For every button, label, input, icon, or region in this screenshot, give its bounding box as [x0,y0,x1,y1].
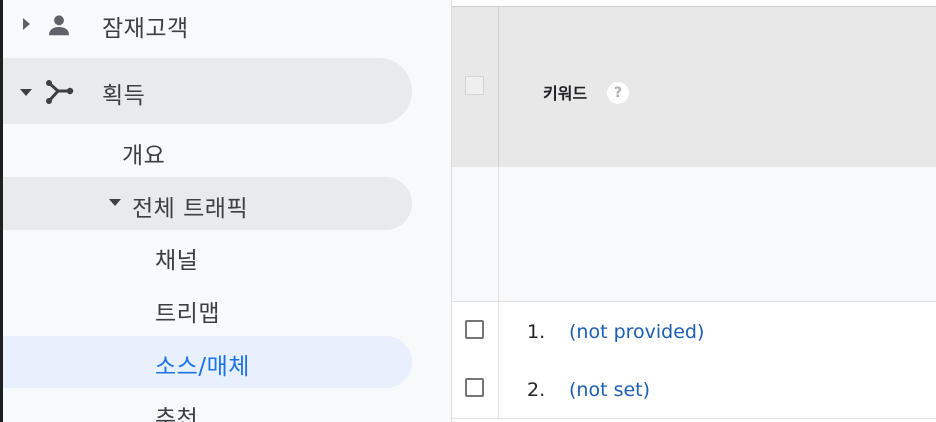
help-icon[interactable]: ? [607,82,629,104]
sidebar-item-all-traffic[interactable]: 전체 트래픽 [132,189,248,223]
table-header: 키워드 ? [452,6,936,167]
sidebar-item-channels[interactable]: 채널 [155,241,198,275]
sidebar-item-acquisition[interactable]: 획득 [102,76,145,110]
acquisition-icon [46,80,74,104]
sidebar-nav: 잠재고객 획득 개요 전체 트래픽 채널 트리맵 소스/매체 추천 [3,0,452,422]
summary-row [452,167,936,302]
sidebar-item-overview-label: 개요 [122,143,166,169]
table-row: 2. (not set) [452,360,936,419]
sidebar-item-channels-label: 채널 [155,248,199,274]
header-checkbox-cell [452,7,499,167]
sidebar-item-audience-label: 잠재고객 [102,16,189,42]
row-index: 1. [527,321,546,343]
sidebar-item-source-medium[interactable]: 소스/매체 [155,347,250,381]
sidebar-item-audience[interactable]: 잠재고객 [102,9,189,43]
sidebar-item-overview[interactable]: 개요 [122,136,165,170]
table-row: 1. (not provided) [452,302,936,361]
row-check-cell [452,302,499,360]
keyword-link[interactable]: (not set) [569,379,650,401]
sidebar-item-referrals-label: 추천 [155,406,199,422]
sidebar-item-all-traffic-label: 전체 트래픽 [132,196,249,222]
sidebar-item-referrals[interactable]: 추천 [155,399,198,422]
expand-caret-icon[interactable] [23,18,30,30]
sidebar-item-treemap-label: 트리맵 [155,301,220,327]
select-all-checkbox[interactable] [465,76,484,95]
sidebar-item-treemap[interactable]: 트리맵 [155,294,220,328]
person-icon [49,15,69,36]
sidebar-item-acquisition-label: 획득 [102,83,146,109]
keyword-link[interactable]: (not provided) [569,321,704,343]
keyword-column-header[interactable]: 키워드 [543,80,587,104]
report-table: 키워드 ? 1. (not provided) 2. (not set) [452,0,936,422]
sidebar-item-source-medium-label: 소스/매체 [155,354,250,380]
row-checkbox[interactable] [465,378,484,397]
row-index: 2. [527,379,546,401]
collapse-caret-icon[interactable] [20,89,32,96]
row-check-cell [452,360,499,418]
summary-check-cell [452,167,499,301]
collapse-caret-icon[interactable] [109,199,121,206]
row-checkbox[interactable] [465,320,484,339]
